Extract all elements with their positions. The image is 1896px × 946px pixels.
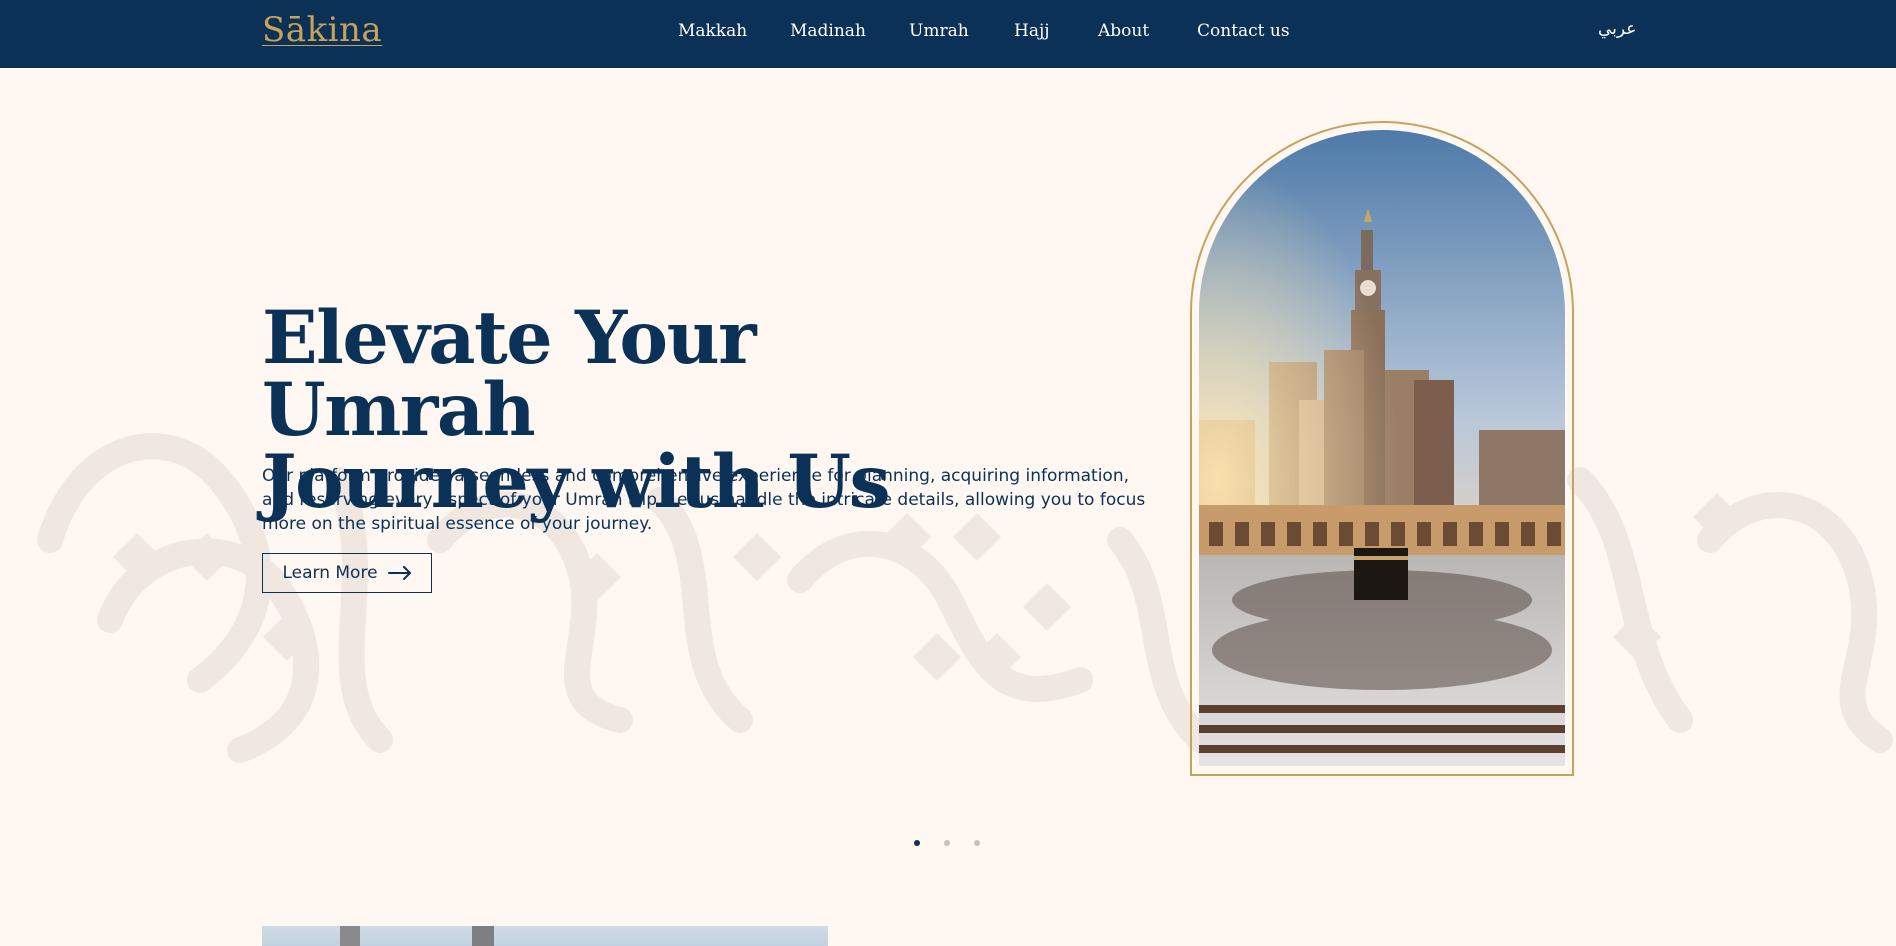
nav-item-hajj[interactable]: Hajj — [1014, 21, 1050, 41]
nav-item-umrah[interactable]: Umrah — [909, 21, 969, 41]
hero-description: Our platform provides a seamless and com… — [262, 466, 1146, 534]
language-toggle[interactable]: عربي — [1598, 19, 1636, 39]
nav-item-contact-us[interactable]: Contact us — [1197, 21, 1290, 41]
mosque-minarets-illustration — [340, 926, 494, 946]
nav-item-madinah[interactable]: Madinah — [790, 21, 866, 41]
hero-image-kaaba — [1199, 130, 1565, 766]
hero-title-line-1: Elevate Your Umrah — [262, 295, 757, 453]
learn-more-label: Learn More — [282, 563, 378, 583]
carousel-dot-2[interactable] — [944, 840, 950, 846]
next-section-image — [262, 926, 828, 946]
learn-more-button[interactable]: Learn More — [262, 553, 432, 593]
arrow-right-icon — [387, 566, 411, 580]
carousel-dot-1[interactable] — [914, 840, 920, 846]
nav-item-makkah[interactable]: Makkah — [678, 21, 747, 41]
masjid-al-haram-illustration — [1199, 130, 1565, 766]
top-navigation-bar: Sākina Makkah Madinah Umrah Hajj About C… — [0, 0, 1896, 68]
carousel-dot-3[interactable] — [974, 840, 980, 846]
nav-item-about[interactable]: About — [1098, 21, 1149, 41]
